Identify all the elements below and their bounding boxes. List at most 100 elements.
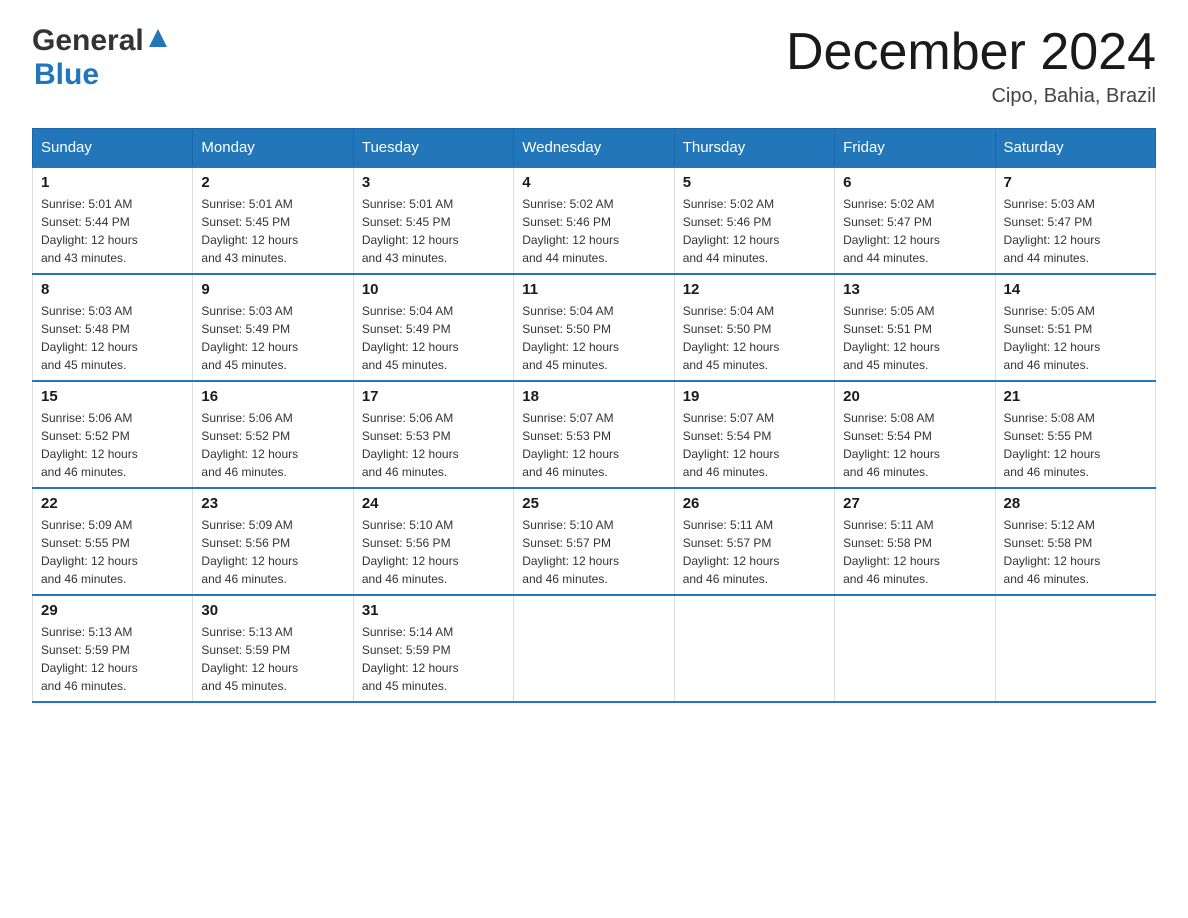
calendar-week-row: 8 Sunrise: 5:03 AM Sunset: 5:48 PM Dayli… [33, 274, 1156, 381]
day-info: Sunrise: 5:03 AM Sunset: 5:49 PM Dayligh… [201, 304, 298, 372]
col-sunday: Sunday [33, 129, 193, 168]
calendar-cell: 8 Sunrise: 5:03 AM Sunset: 5:48 PM Dayli… [33, 274, 193, 381]
page-header: General Blue December 2024 Cipo, Bahia, … [32, 24, 1156, 108]
calendar-cell: 29 Sunrise: 5:13 AM Sunset: 5:59 PM Dayl… [33, 595, 193, 702]
calendar-week-row: 1 Sunrise: 5:01 AM Sunset: 5:44 PM Dayli… [33, 167, 1156, 274]
calendar-cell: 14 Sunrise: 5:05 AM Sunset: 5:51 PM Dayl… [995, 274, 1155, 381]
day-number: 10 [362, 281, 505, 298]
calendar-cell: 17 Sunrise: 5:06 AM Sunset: 5:53 PM Dayl… [353, 381, 513, 488]
day-number: 14 [1004, 281, 1147, 298]
day-number: 29 [41, 602, 184, 619]
day-number: 7 [1004, 174, 1147, 191]
day-info: Sunrise: 5:06 AM Sunset: 5:52 PM Dayligh… [201, 411, 298, 479]
day-info: Sunrise: 5:10 AM Sunset: 5:56 PM Dayligh… [362, 518, 459, 586]
col-tuesday: Tuesday [353, 129, 513, 168]
calendar-cell [514, 595, 674, 702]
calendar-header-row: Sunday Monday Tuesday Wednesday Thursday… [33, 129, 1156, 168]
calendar-cell: 27 Sunrise: 5:11 AM Sunset: 5:58 PM Dayl… [835, 488, 995, 595]
day-number: 13 [843, 281, 986, 298]
col-wednesday: Wednesday [514, 129, 674, 168]
calendar-cell: 24 Sunrise: 5:10 AM Sunset: 5:56 PM Dayl… [353, 488, 513, 595]
calendar-cell: 31 Sunrise: 5:14 AM Sunset: 5:59 PM Dayl… [353, 595, 513, 702]
calendar-cell: 23 Sunrise: 5:09 AM Sunset: 5:56 PM Dayl… [193, 488, 353, 595]
calendar-cell: 10 Sunrise: 5:04 AM Sunset: 5:49 PM Dayl… [353, 274, 513, 381]
day-info: Sunrise: 5:04 AM Sunset: 5:49 PM Dayligh… [362, 304, 459, 372]
day-info: Sunrise: 5:03 AM Sunset: 5:48 PM Dayligh… [41, 304, 138, 372]
day-number: 19 [683, 388, 826, 405]
logo-blue: Blue [34, 58, 99, 91]
logo-general: General [32, 24, 144, 58]
day-info: Sunrise: 5:05 AM Sunset: 5:51 PM Dayligh… [843, 304, 940, 372]
calendar-cell: 2 Sunrise: 5:01 AM Sunset: 5:45 PM Dayli… [193, 167, 353, 274]
day-number: 25 [522, 495, 665, 512]
day-number: 4 [522, 174, 665, 191]
calendar-cell: 28 Sunrise: 5:12 AM Sunset: 5:58 PM Dayl… [995, 488, 1155, 595]
calendar-cell: 22 Sunrise: 5:09 AM Sunset: 5:55 PM Dayl… [33, 488, 193, 595]
calendar-cell: 7 Sunrise: 5:03 AM Sunset: 5:47 PM Dayli… [995, 167, 1155, 274]
day-number: 22 [41, 495, 184, 512]
col-monday: Monday [193, 129, 353, 168]
day-info: Sunrise: 5:02 AM Sunset: 5:46 PM Dayligh… [683, 197, 780, 265]
calendar-cell: 12 Sunrise: 5:04 AM Sunset: 5:50 PM Dayl… [674, 274, 834, 381]
day-number: 3 [362, 174, 505, 191]
day-info: Sunrise: 5:02 AM Sunset: 5:47 PM Dayligh… [843, 197, 940, 265]
day-number: 28 [1004, 495, 1147, 512]
day-info: Sunrise: 5:07 AM Sunset: 5:54 PM Dayligh… [683, 411, 780, 479]
calendar-cell: 25 Sunrise: 5:10 AM Sunset: 5:57 PM Dayl… [514, 488, 674, 595]
day-number: 20 [843, 388, 986, 405]
calendar-cell: 15 Sunrise: 5:06 AM Sunset: 5:52 PM Dayl… [33, 381, 193, 488]
month-title: December 2024 [786, 24, 1156, 81]
day-info: Sunrise: 5:08 AM Sunset: 5:55 PM Dayligh… [1004, 411, 1101, 479]
day-number: 26 [683, 495, 826, 512]
day-number: 9 [201, 281, 344, 298]
calendar-cell: 13 Sunrise: 5:05 AM Sunset: 5:51 PM Dayl… [835, 274, 995, 381]
day-number: 21 [1004, 388, 1147, 405]
day-info: Sunrise: 5:10 AM Sunset: 5:57 PM Dayligh… [522, 518, 619, 586]
day-number: 2 [201, 174, 344, 191]
day-number: 6 [843, 174, 986, 191]
calendar-table: Sunday Monday Tuesday Wednesday Thursday… [32, 128, 1156, 703]
col-saturday: Saturday [995, 129, 1155, 168]
day-info: Sunrise: 5:06 AM Sunset: 5:52 PM Dayligh… [41, 411, 138, 479]
day-info: Sunrise: 5:01 AM Sunset: 5:45 PM Dayligh… [201, 197, 298, 265]
calendar-cell: 3 Sunrise: 5:01 AM Sunset: 5:45 PM Dayli… [353, 167, 513, 274]
calendar-cell: 5 Sunrise: 5:02 AM Sunset: 5:46 PM Dayli… [674, 167, 834, 274]
calendar-cell: 11 Sunrise: 5:04 AM Sunset: 5:50 PM Dayl… [514, 274, 674, 381]
day-number: 27 [843, 495, 986, 512]
day-info: Sunrise: 5:01 AM Sunset: 5:44 PM Dayligh… [41, 197, 138, 265]
calendar-cell: 1 Sunrise: 5:01 AM Sunset: 5:44 PM Dayli… [33, 167, 193, 274]
logo-triangle-icon [147, 27, 169, 54]
day-number: 1 [41, 174, 184, 191]
day-info: Sunrise: 5:01 AM Sunset: 5:45 PM Dayligh… [362, 197, 459, 265]
calendar-cell: 4 Sunrise: 5:02 AM Sunset: 5:46 PM Dayli… [514, 167, 674, 274]
day-info: Sunrise: 5:11 AM Sunset: 5:58 PM Dayligh… [843, 518, 940, 586]
day-number: 31 [362, 602, 505, 619]
location-subtitle: Cipo, Bahia, Brazil [786, 85, 1156, 108]
day-number: 11 [522, 281, 665, 298]
day-number: 16 [201, 388, 344, 405]
day-number: 15 [41, 388, 184, 405]
day-info: Sunrise: 5:13 AM Sunset: 5:59 PM Dayligh… [41, 625, 138, 693]
calendar-week-row: 22 Sunrise: 5:09 AM Sunset: 5:55 PM Dayl… [33, 488, 1156, 595]
title-area: December 2024 Cipo, Bahia, Brazil [786, 24, 1156, 108]
day-info: Sunrise: 5:14 AM Sunset: 5:59 PM Dayligh… [362, 625, 459, 693]
day-info: Sunrise: 5:06 AM Sunset: 5:53 PM Dayligh… [362, 411, 459, 479]
day-number: 5 [683, 174, 826, 191]
calendar-cell: 18 Sunrise: 5:07 AM Sunset: 5:53 PM Dayl… [514, 381, 674, 488]
calendar-cell: 30 Sunrise: 5:13 AM Sunset: 5:59 PM Dayl… [193, 595, 353, 702]
day-number: 24 [362, 495, 505, 512]
calendar-cell: 6 Sunrise: 5:02 AM Sunset: 5:47 PM Dayli… [835, 167, 995, 274]
calendar-cell: 20 Sunrise: 5:08 AM Sunset: 5:54 PM Dayl… [835, 381, 995, 488]
calendar-cell: 9 Sunrise: 5:03 AM Sunset: 5:49 PM Dayli… [193, 274, 353, 381]
day-number: 23 [201, 495, 344, 512]
day-info: Sunrise: 5:04 AM Sunset: 5:50 PM Dayligh… [683, 304, 780, 372]
calendar-week-row: 15 Sunrise: 5:06 AM Sunset: 5:52 PM Dayl… [33, 381, 1156, 488]
day-info: Sunrise: 5:03 AM Sunset: 5:47 PM Dayligh… [1004, 197, 1101, 265]
calendar-cell [835, 595, 995, 702]
logo: General Blue [32, 24, 169, 92]
col-thursday: Thursday [674, 129, 834, 168]
day-info: Sunrise: 5:07 AM Sunset: 5:53 PM Dayligh… [522, 411, 619, 479]
day-info: Sunrise: 5:09 AM Sunset: 5:56 PM Dayligh… [201, 518, 298, 586]
col-friday: Friday [835, 129, 995, 168]
day-number: 12 [683, 281, 826, 298]
